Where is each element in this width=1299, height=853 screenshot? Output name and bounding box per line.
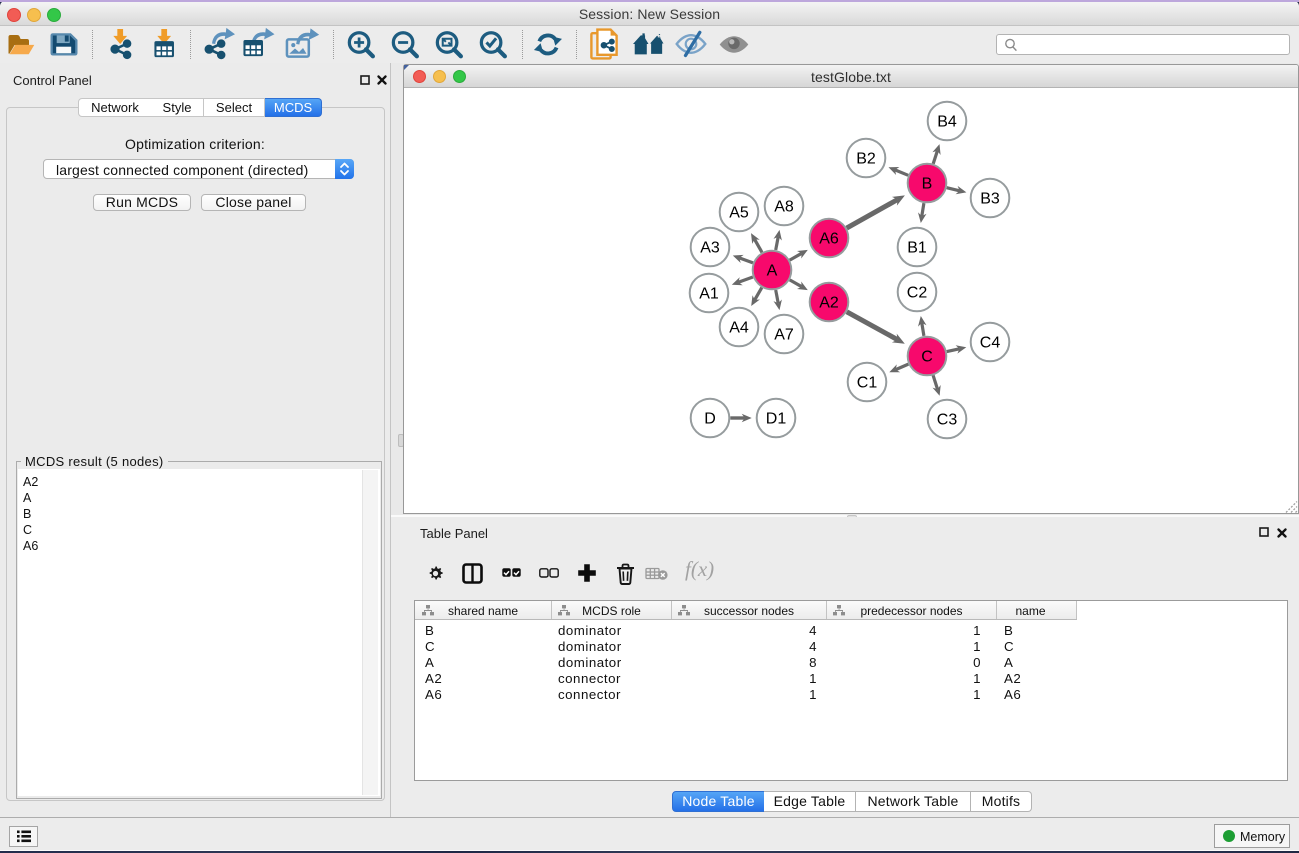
svg-text:A2: A2 (819, 295, 839, 312)
svg-text:A4: A4 (729, 320, 749, 337)
svg-text:A8: A8 (774, 199, 794, 216)
svg-text:A6: A6 (819, 231, 839, 248)
svg-text:A: A (767, 263, 778, 280)
svg-text:A5: A5 (729, 205, 749, 222)
svg-text:C1: C1 (857, 375, 878, 392)
svg-text:A1: A1 (699, 286, 719, 303)
svg-text:C: C (921, 349, 933, 366)
svg-text:D: D (704, 411, 716, 428)
svg-text:B4: B4 (937, 114, 957, 131)
svg-text:B: B (922, 176, 933, 193)
svg-text:B2: B2 (856, 151, 876, 168)
svg-text:A7: A7 (774, 327, 794, 344)
svg-text:C2: C2 (907, 285, 928, 302)
svg-text:D1: D1 (766, 411, 787, 428)
svg-text:A3: A3 (700, 240, 720, 257)
svg-text:B3: B3 (980, 191, 1000, 208)
svg-text:C3: C3 (937, 412, 958, 429)
svg-text:C4: C4 (980, 335, 1001, 352)
svg-text:B1: B1 (907, 240, 927, 257)
